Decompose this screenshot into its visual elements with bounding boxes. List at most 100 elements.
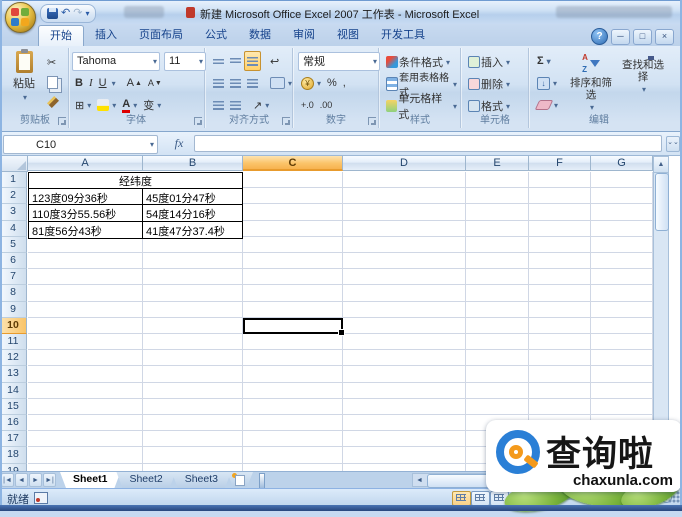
accounting-format-button[interactable]: ¥▾ [298,73,324,93]
alignment-dialog-launcher-icon[interactable] [282,117,290,125]
next-sheet-button[interactable]: ► [29,473,42,487]
delete-cells-button[interactable]: 删除 ▾ [465,74,513,94]
tab-insert[interactable]: 插入 [84,25,128,46]
page-layout-view-button[interactable] [471,491,490,506]
previous-sheet-button[interactable]: ◄ [15,473,28,487]
save-icon[interactable] [47,8,58,19]
number-format-combo[interactable]: 常规 ▾ [298,52,380,71]
insert-function-button[interactable]: fx [168,135,190,152]
row-header-12[interactable]: 12 [0,350,27,366]
sheet-tab-sheet2[interactable]: Sheet2 [116,472,175,488]
row-header-11[interactable]: 11 [0,334,27,350]
vertical-scroll-thumb[interactable] [655,173,669,231]
row-header-1[interactable]: 1 [0,172,27,188]
fill-handle[interactable] [338,329,345,336]
row-header-6[interactable]: 6 [0,253,27,269]
copy-button[interactable] [44,72,61,92]
row-header-16[interactable]: 16 [0,415,27,431]
wrap-text-button[interactable]: ↩ [267,51,282,71]
autosum-button[interactable]: Σ▾ [534,51,554,71]
find-select-button[interactable]: 查找和选择 ▾ [618,50,668,116]
last-sheet-button[interactable]: ►| [43,473,56,487]
office-button[interactable] [5,2,36,33]
align-bottom-button[interactable] [244,51,261,71]
minimize-button[interactable]: ─ [611,29,630,45]
row-header-4[interactable]: 4 [0,221,27,237]
underline-button[interactable]: U [96,73,110,93]
fill-button[interactable]: ↓▾ [534,73,560,93]
grid-cell-B2[interactable]: 45度01分47秒 [143,189,242,204]
row-header-2[interactable]: 2 [0,188,27,204]
column-header-E[interactable]: E [466,156,529,171]
row-header-10[interactable]: 10 [0,318,27,334]
undo-icon[interactable]: ↶ [61,7,70,20]
align-left-button[interactable] [210,73,227,93]
align-middle-button[interactable] [227,51,244,71]
help-icon[interactable]: ? [591,28,608,45]
sheet-tab-sheet1[interactable]: Sheet1 [60,472,120,488]
name-box[interactable]: C10 ▾ [3,135,158,154]
tab-formulas[interactable]: 公式 [194,25,238,46]
row-header-5[interactable]: 5 [0,237,27,253]
grid-cell-A4[interactable]: 81度56分43秒 [29,222,143,238]
comma-style-button[interactable]: , [340,73,349,93]
row-header-18[interactable]: 18 [0,447,27,463]
scroll-left-icon[interactable]: ◄ [414,475,425,486]
align-center-button[interactable] [227,73,244,93]
column-header-D[interactable]: D [343,156,466,171]
tab-split-handle[interactable] [259,473,265,489]
font-dialog-launcher-icon[interactable] [194,117,202,125]
bold-button[interactable]: B [72,73,86,93]
tab-view[interactable]: 视图 [326,25,370,46]
tab-data[interactable]: 数据 [238,25,282,46]
sort-filter-button[interactable]: AZ 排序和筛选 ▾ [566,50,616,116]
row-header-14[interactable]: 14 [0,383,27,399]
grow-font-button[interactable]: A▲ [124,73,145,93]
align-top-button[interactable] [210,51,227,71]
first-sheet-button[interactable]: |◄ [1,473,14,487]
insert-cells-button[interactable]: 插入 ▾ [465,52,513,72]
grid-cell-A2[interactable]: 123度09分36秒 [29,189,143,204]
column-header-G[interactable]: G [591,156,653,171]
column-header-C[interactable]: C [243,156,343,171]
macro-record-icon[interactable] [34,492,48,504]
format-painter-button[interactable] [44,92,62,112]
paste-button[interactable]: 粘贴 ▾ [6,50,42,114]
column-header-F[interactable]: F [529,156,591,171]
shrink-font-button[interactable]: A▼ [145,73,165,93]
row-header-13[interactable]: 13 [0,366,27,382]
scroll-up-icon[interactable]: ▲ [654,157,668,173]
grid-cell-B3[interactable]: 54度14分16秒 [143,205,242,220]
redo-icon[interactable]: ↷ [73,7,82,20]
row-header-17[interactable]: 17 [0,431,27,447]
italic-button[interactable]: I [86,73,96,93]
merged-cell-A1-B1[interactable]: 经纬度 [29,173,242,189]
restore-button[interactable]: □ [633,29,652,45]
grid-cell-B4[interactable]: 41度47分37.4秒 [143,222,242,238]
tab-review[interactable]: 审阅 [282,25,326,46]
number-dialog-launcher-icon[interactable] [368,117,376,125]
row-header-15[interactable]: 15 [0,399,27,415]
tab-home[interactable]: 开始 [38,25,84,47]
grid-cell-A3[interactable]: 110度3分55.56秒 [29,205,143,220]
row-header-19[interactable]: 19 [0,464,27,471]
merge-center-button[interactable]: ▾ [267,73,295,93]
sheet-tab-sheet3[interactable]: Sheet3 [172,472,231,488]
font-name-combo[interactable]: Tahoma ▾ [72,52,160,71]
align-right-button[interactable] [244,73,261,93]
normal-view-button[interactable] [452,491,471,506]
tab-page-layout[interactable]: 页面布局 [128,25,194,46]
customize-quick-access-icon[interactable]: ▾ [85,7,89,20]
column-header-B[interactable]: B [143,156,243,171]
formula-input[interactable] [194,135,662,152]
row-header-7[interactable]: 7 [0,269,27,285]
percent-style-button[interactable]: % [324,73,340,93]
column-header-A[interactable]: A [28,156,143,171]
expand-formula-bar-button[interactable]: ⌄⌄ [666,136,680,152]
row-header-3[interactable]: 3 [0,204,27,220]
cut-button[interactable]: ✂ [44,52,59,72]
row-header-8[interactable]: 8 [0,285,27,301]
close-button[interactable]: × [655,29,674,45]
select-all-corner[interactable] [0,156,28,172]
row-header-9[interactable]: 9 [0,302,27,318]
